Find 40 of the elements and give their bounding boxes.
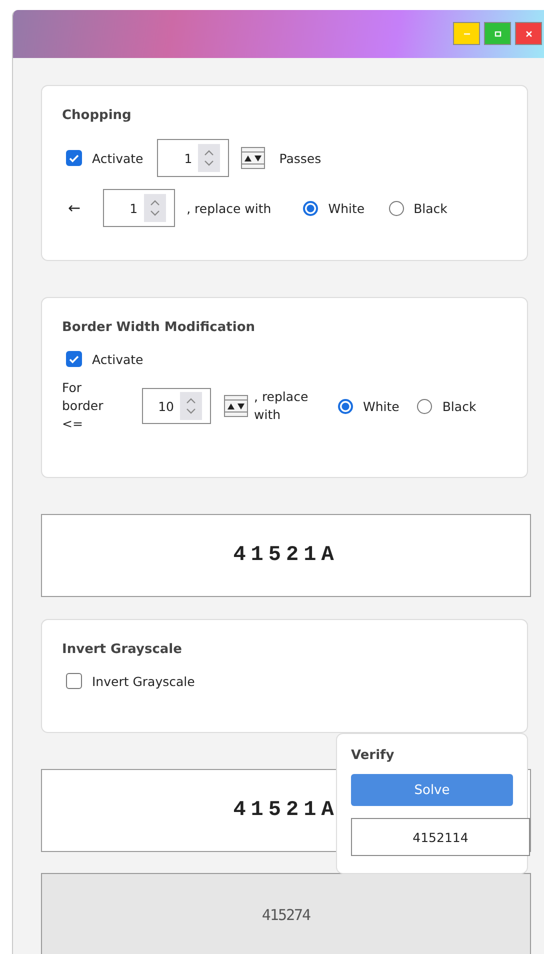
radio-button[interactable]	[303, 200, 318, 216]
radio-label: White	[328, 200, 365, 216]
checkbox[interactable]	[66, 351, 82, 367]
up-down-icon[interactable]	[241, 147, 266, 169]
checkbox-label: Invert Grayscale	[92, 674, 195, 688]
radio-label: Black	[414, 200, 448, 216]
maximize-button[interactable]	[484, 22, 511, 45]
up-down-icon[interactable]	[224, 395, 248, 417]
number-field[interactable]: 10	[142, 388, 211, 424]
radio-label: Black	[442, 398, 476, 414]
radio-button[interactable]	[417, 398, 432, 414]
card-title: Chopping	[62, 108, 132, 123]
close-button[interactable]	[515, 22, 542, 45]
captcha-text: 41521A	[233, 799, 339, 822]
checkbox-label: Activate	[92, 150, 144, 166]
checkbox[interactable]	[66, 150, 82, 166]
maximize-icon	[494, 30, 502, 38]
card-title: Border Width Modification	[62, 320, 256, 335]
number-field[interactable]: 1	[102, 189, 175, 227]
passes-label: Passes	[279, 150, 322, 166]
card-title: Invert Grayscale	[62, 642, 183, 657]
number-field[interactable]: 1	[157, 139, 230, 177]
spinner-icon[interactable]	[144, 194, 166, 222]
checkbox-label: Activate	[92, 352, 144, 366]
captcha-text: 415274	[262, 906, 310, 924]
radio-button[interactable]	[338, 398, 353, 414]
close-icon	[524, 30, 532, 38]
spinner-icon[interactable]	[198, 144, 220, 172]
arrow-glyph: ←	[68, 199, 81, 217]
captcha-text: 41521A	[233, 544, 339, 567]
result-field[interactable]: 4152114	[351, 818, 530, 856]
popup-title: Verify	[351, 748, 396, 763]
replace-label: , replace with	[186, 200, 272, 216]
border-label: For border <=	[62, 379, 104, 433]
spinner-icon[interactable]	[180, 392, 202, 420]
checkbox[interactable]	[66, 673, 82, 689]
radio-label: White	[363, 398, 400, 414]
minimize-button[interactable]	[453, 22, 480, 45]
replace-label: , replace with	[254, 388, 310, 424]
radio-button[interactable]	[388, 200, 404, 216]
